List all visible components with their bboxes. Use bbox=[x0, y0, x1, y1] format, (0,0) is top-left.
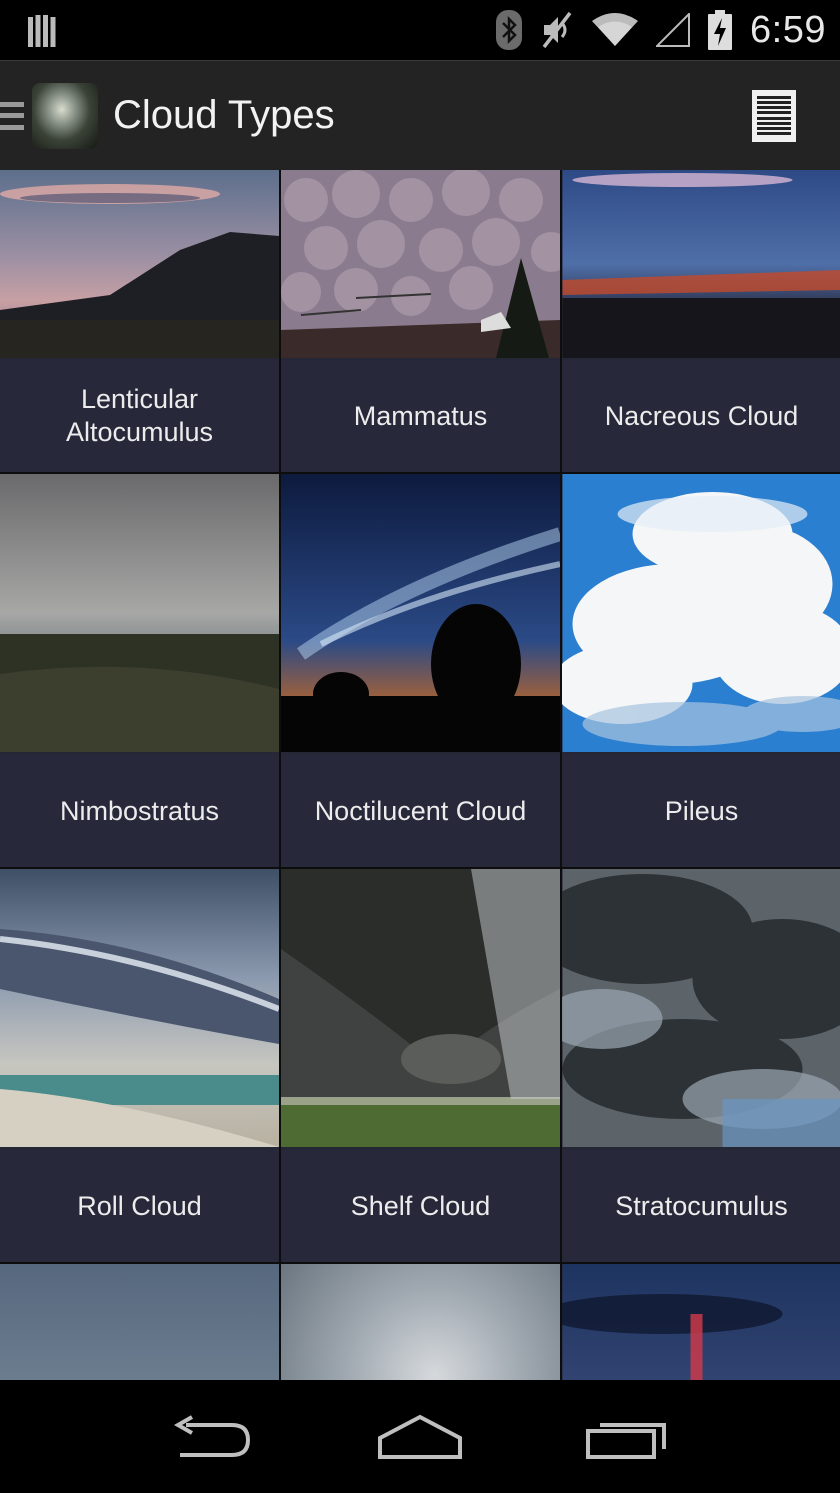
mute-icon bbox=[540, 11, 574, 49]
nacreous-cloud-photo bbox=[562, 170, 840, 358]
lenticular-altocumulus-photo bbox=[0, 170, 279, 358]
home-icon[interactable] bbox=[365, 1402, 475, 1472]
grid-item-label: Stratocumulus bbox=[562, 1150, 840, 1262]
grid-item-pileus[interactable]: Pileus bbox=[562, 474, 840, 867]
grid-item-label: Nacreous Cloud bbox=[562, 360, 840, 472]
status-bar: 6:59 bbox=[0, 0, 840, 60]
cloud-photo bbox=[562, 1264, 840, 1380]
grid-item-noctilucent-cloud[interactable]: Noctilucent Cloud bbox=[281, 474, 560, 867]
grid-item-nimbostratus[interactable]: Nimbostratus bbox=[0, 474, 279, 867]
nimbostratus-photo bbox=[0, 474, 279, 752]
grid-item-lenticular-altocumulus[interactable]: Lenticular Altocumulus bbox=[0, 170, 279, 472]
list-view-icon[interactable] bbox=[752, 89, 796, 142]
bluetooth-icon bbox=[496, 10, 523, 50]
grid-item-partial[interactable] bbox=[0, 1264, 279, 1380]
navigation-bar bbox=[0, 1381, 840, 1493]
grid-item-nacreous-cloud[interactable]: Nacreous Cloud bbox=[562, 170, 840, 472]
cloud-grid: Lenticular Altocumulus Mammatus Nacreous bbox=[0, 170, 840, 1380]
grid-item-shelf-cloud[interactable]: Shelf Cloud bbox=[281, 869, 560, 1262]
cloud-photo bbox=[281, 1264, 560, 1380]
noctilucent-cloud-photo bbox=[281, 474, 560, 752]
recent-apps-icon[interactable] bbox=[572, 1402, 682, 1472]
grid-item-label: Shelf Cloud bbox=[281, 1150, 560, 1262]
stratocumulus-photo bbox=[562, 869, 840, 1147]
grid-item-stratocumulus[interactable]: Stratocumulus bbox=[562, 869, 840, 1262]
grid-item-partial[interactable] bbox=[562, 1264, 840, 1380]
action-bar: Cloud Types bbox=[0, 60, 840, 170]
pileus-photo bbox=[562, 474, 840, 752]
grid-item-label: Roll Cloud bbox=[0, 1150, 279, 1262]
grid-item-label: Mammatus bbox=[281, 360, 560, 472]
grid-item-roll-cloud[interactable]: Roll Cloud bbox=[0, 869, 279, 1262]
drawer-menu-icon[interactable] bbox=[0, 96, 26, 136]
mammatus-photo bbox=[281, 170, 560, 358]
signal-icon bbox=[656, 13, 691, 47]
page-title: Cloud Types bbox=[113, 93, 335, 137]
battery-charging-icon bbox=[708, 10, 733, 50]
status-clock: 6:59 bbox=[750, 8, 826, 51]
grid-item-label: Nimbostratus bbox=[0, 755, 279, 867]
notification-icon bbox=[28, 13, 56, 47]
cloud-app-icon[interactable] bbox=[32, 82, 98, 149]
back-icon[interactable] bbox=[158, 1402, 268, 1472]
wifi-icon bbox=[592, 13, 639, 47]
shelf-cloud-photo bbox=[281, 869, 560, 1147]
grid-item-partial[interactable] bbox=[281, 1264, 560, 1380]
grid-item-label: Pileus bbox=[562, 755, 840, 867]
cloud-photo bbox=[0, 1264, 279, 1380]
grid-item-mammatus[interactable]: Mammatus bbox=[281, 170, 560, 472]
roll-cloud-photo bbox=[0, 869, 279, 1147]
grid-item-label: Noctilucent Cloud bbox=[281, 755, 560, 867]
grid-item-label: Lenticular Altocumulus bbox=[0, 360, 279, 472]
